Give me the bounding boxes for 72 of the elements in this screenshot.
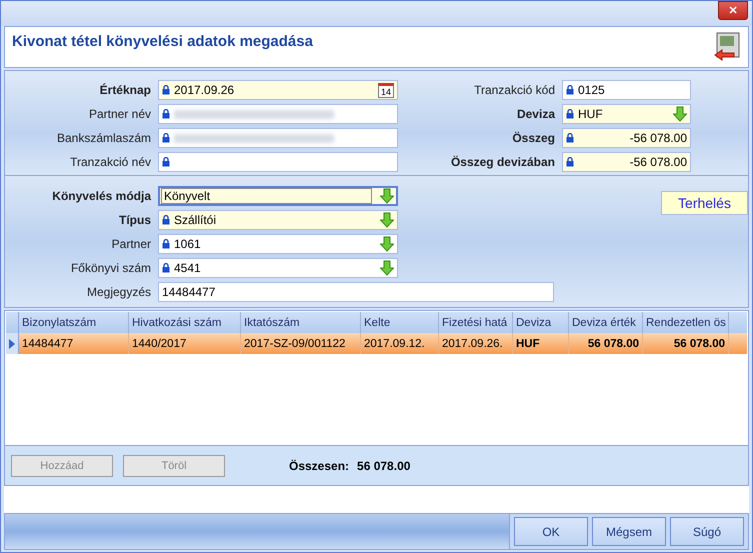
field-label: Főkönyvi szám — [70, 261, 151, 275]
dropdown-field[interactable]: 4541 — [158, 258, 398, 278]
row-pointer-icon — [9, 338, 15, 348]
dropdown-field[interactable]: 1061 — [158, 234, 398, 254]
field-value: 1061 — [174, 237, 201, 251]
lock-icon — [162, 85, 170, 95]
input-field[interactable]: 14484477 — [158, 282, 554, 302]
total-value: 56 078.00 — [357, 458, 410, 472]
lock-icon — [566, 157, 574, 167]
dialog-button[interactable]: Súgó — [670, 517, 744, 546]
lock-icon — [566, 85, 574, 95]
table-cell: 2017.09.26. — [439, 333, 513, 354]
field-value: Könyvelt — [161, 188, 372, 204]
down-arrow-icon[interactable] — [380, 188, 394, 204]
dialog-button[interactable]: Mégsem — [592, 517, 666, 546]
lock-icon — [566, 133, 574, 143]
close-button[interactable]: ✕ — [718, 1, 748, 20]
down-arrow-icon[interactable] — [673, 106, 687, 122]
total-label: Összesen: — [289, 458, 350, 472]
table-cell: 2017.09.12. — [361, 333, 439, 354]
input-field[interactable] — [158, 152, 398, 172]
lock-icon — [162, 239, 170, 249]
down-arrow-icon[interactable] — [380, 260, 394, 276]
field-label: Partner név — [88, 107, 151, 121]
field-label: Típus — [118, 213, 151, 227]
down-arrow-icon[interactable] — [380, 236, 394, 252]
calendar-icon[interactable]: 14 — [378, 82, 394, 98]
lock-icon — [162, 133, 170, 143]
table-cell: 2017-SZ-09/001122 — [241, 333, 361, 354]
field-value: HUF — [578, 107, 603, 121]
dropdown-field[interactable]: Szállítói — [158, 210, 398, 230]
field-value: -56 078.00 — [630, 131, 687, 145]
lock-icon — [566, 109, 574, 119]
window-title: Kivonat tétel könyvelési adatok megadása — [12, 32, 313, 50]
field-label: Összeg devizában — [450, 155, 555, 169]
field-label: Partner — [110, 237, 151, 251]
table-cell: 1440/2017 — [129, 333, 241, 354]
field-value: 4541 — [174, 261, 201, 275]
field-label: Könyvelés módja — [51, 189, 151, 203]
direction-label: Terhelés — [661, 191, 748, 215]
field-value: -56 078.00 — [630, 155, 687, 169]
field-value: 2017.09.26 — [174, 83, 234, 97]
field-value: 0125 — [578, 83, 605, 97]
dropdown-field[interactable]: Könyvelt — [158, 186, 398, 206]
field-label: Megjegyzés — [86, 285, 151, 299]
dialog-button[interactable]: OK — [514, 517, 588, 546]
field-label: Tranzakció kód — [473, 83, 555, 97]
lock-icon — [162, 157, 170, 167]
field-label: Értéknap — [98, 83, 151, 97]
field-label: Bankszámlaszám — [56, 131, 151, 145]
field-label: Tranzakció név — [69, 155, 151, 169]
table-cell: HUF — [513, 333, 569, 354]
table-row[interactable]: 14484477 1440/2017 2017-SZ-09/001122 2017.09.12. 2017.09.26. HUF 56 078.00 56 078.00 — [6, 333, 747, 354]
table-cell: 56 078.00 — [643, 333, 729, 354]
field-value: Szállítói — [174, 213, 216, 227]
input-field[interactable]: -56 078.00 — [562, 152, 691, 172]
field-label: Deviza — [516, 107, 555, 121]
lock-icon — [162, 263, 170, 273]
input-field[interactable] — [158, 128, 398, 148]
dropdown-field[interactable]: HUF — [562, 104, 691, 124]
input-field[interactable]: 0125 — [562, 80, 691, 100]
table-cell: 56 078.00 — [569, 333, 643, 354]
table-cell: 14484477 — [19, 333, 129, 354]
input-field[interactable]: -56 078.00 — [562, 128, 691, 148]
field-value: 14484477 — [162, 285, 216, 299]
input-field[interactable]: 2017.09.26 14 — [158, 80, 398, 100]
input-field[interactable] — [158, 104, 398, 124]
lock-icon — [162, 215, 170, 225]
lock-icon — [162, 109, 170, 119]
field-label: Összeg — [511, 131, 555, 145]
document-exit-icon[interactable] — [714, 32, 742, 62]
down-arrow-icon[interactable] — [380, 212, 394, 228]
